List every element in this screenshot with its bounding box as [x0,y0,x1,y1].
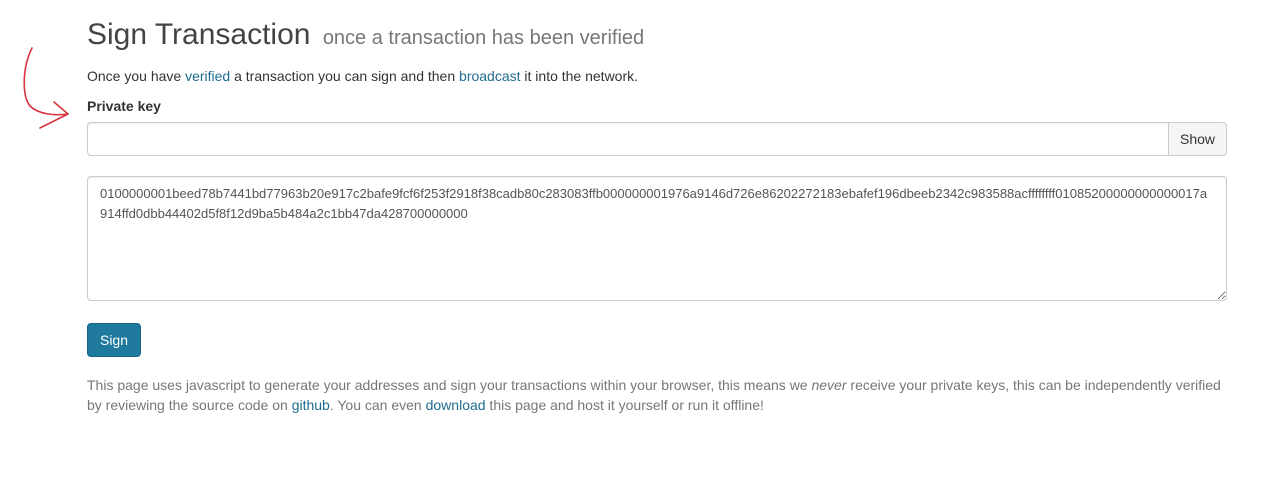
download-link[interactable]: download [426,397,486,413]
footer-text-part: This page uses javascript to generate yo… [87,377,812,393]
intro-text-part: Once you have [87,68,186,84]
sign-button[interactable]: Sign [87,323,141,357]
show-key-button[interactable]: Show [1168,122,1227,156]
page-title: Sign Transaction once a transaction has … [87,18,1227,55]
private-key-input[interactable] [87,122,1168,156]
sign-transaction-section: Sign Transaction once a transaction has … [87,0,1227,415]
annotation-arrow-icon [23,47,69,129]
footer-text-part: . You can even [329,397,426,413]
intro-text-part: a transaction you can sign and then [230,68,460,84]
intro-text: Once you have verified a transaction you… [87,66,1227,86]
page-title-text: Sign Transaction [87,18,311,51]
footer-disclaimer: This page uses javascript to generate yo… [87,375,1227,415]
page: Sign Transaction once a transaction has … [0,0,1271,498]
page-subtitle: once a transaction has been verified [322,27,645,49]
private-key-label: Private key [87,98,161,114]
footer-emphasis: never [811,377,847,393]
footer-text-part: this page and host it yourself or run it… [485,397,764,413]
verified-link[interactable]: verified [185,68,230,84]
broadcast-link[interactable]: broadcast [459,68,520,84]
private-key-input-group: Show [87,122,1227,156]
intro-text-part: it into the network. [520,68,639,84]
github-link[interactable]: github [292,397,330,413]
transaction-hex-textarea[interactable]: 0100000001beed78b7441bd77963b20e917c2baf… [87,176,1227,301]
